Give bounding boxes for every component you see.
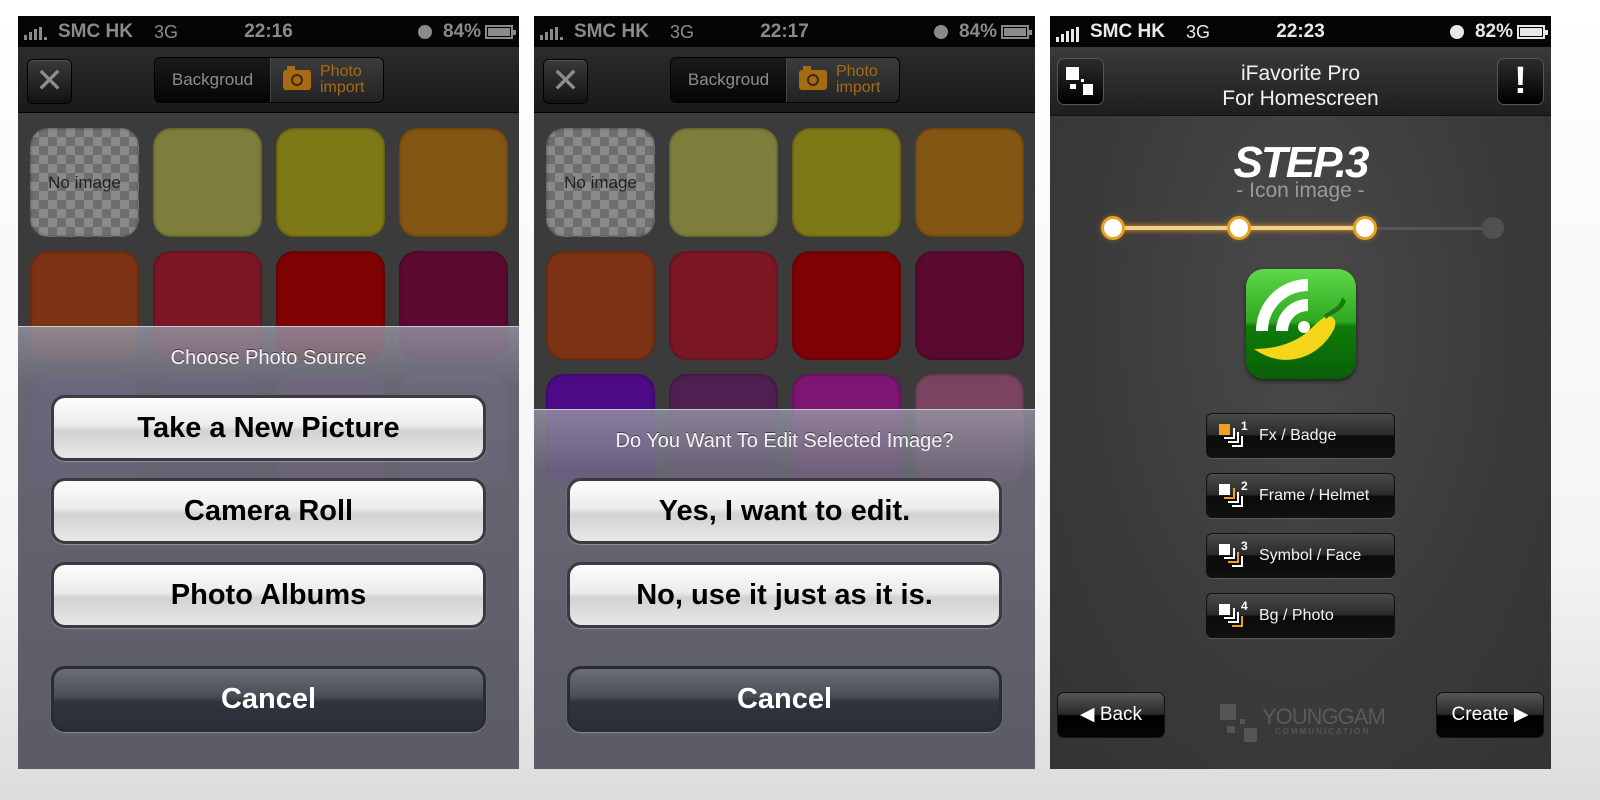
tab-photo-import-label: Photo import bbox=[320, 63, 365, 96]
color-tile[interactable] bbox=[546, 251, 655, 360]
action-sheet: Do You Want To Edit Selected Image? Yes,… bbox=[534, 409, 1035, 769]
battery-icon bbox=[1517, 25, 1548, 39]
page-title: iFavorite Pro For Homescreen bbox=[1222, 62, 1379, 110]
back-button[interactable]: ◀ Back bbox=[1057, 692, 1165, 738]
fx-badge-button[interactable]: 1 Fx / Badge bbox=[1206, 413, 1395, 458]
color-tile[interactable] bbox=[915, 128, 1024, 237]
step-progress bbox=[1104, 216, 1504, 240]
tab-photo-import-label: Photo import bbox=[836, 63, 881, 96]
take-new-picture-button[interactable]: Take a New Picture bbox=[51, 395, 486, 461]
photo-albums-button[interactable]: Photo Albums bbox=[51, 562, 486, 628]
bg-photo-button[interactable]: 4 Bg / Photo bbox=[1206, 593, 1395, 638]
layers-icon: 2 bbox=[1219, 479, 1249, 508]
layers-icon: 1 bbox=[1219, 419, 1249, 448]
menu-label: Frame / Helmet bbox=[1259, 486, 1370, 504]
cancel-button[interactable]: Cancel bbox=[51, 666, 486, 732]
tab-photo-import[interactable]: Photo import bbox=[787, 58, 899, 102]
color-tile[interactable] bbox=[915, 251, 1024, 360]
progress-step-dot bbox=[1230, 219, 1248, 237]
color-tile[interactable] bbox=[669, 128, 778, 237]
yes-edit-button[interactable]: Yes, I want to edit. bbox=[567, 478, 1002, 544]
nav-bar: ✕ Backgroud Photo import bbox=[534, 47, 1035, 113]
phone-screen-photo-source: SMC HK 3G 22:16 84% ✕ Backgroud Photo imp… bbox=[18, 16, 519, 769]
camera-icon bbox=[799, 66, 827, 90]
camera-roll-button[interactable]: Camera Roll bbox=[51, 478, 486, 544]
camera-icon bbox=[283, 66, 311, 90]
segmented-control: Backgroud Photo import bbox=[670, 57, 900, 103]
color-tile[interactable] bbox=[792, 251, 901, 360]
color-tile[interactable] bbox=[792, 128, 901, 237]
status-bar: SMC HK 3G 22:17 84% bbox=[534, 16, 1035, 47]
exclamation-icon: ! bbox=[1514, 60, 1527, 102]
battery-icon bbox=[485, 25, 516, 39]
action-sheet-title: Do You Want To Edit Selected Image? bbox=[615, 430, 954, 452]
action-sheet-title: Choose Photo Source bbox=[170, 347, 367, 369]
brand-logo: YOUNGGAM COMMUNICATION bbox=[1220, 704, 1390, 742]
alarm-clock-icon bbox=[1450, 25, 1464, 39]
close-icon: ✕ bbox=[35, 62, 64, 100]
menu-label: Symbol / Face bbox=[1259, 546, 1362, 564]
create-button[interactable]: Create ▶ bbox=[1436, 692, 1544, 738]
nav-bar: ✕ Backgroud Photo import bbox=[18, 47, 519, 113]
app-icon-preview bbox=[1246, 269, 1356, 379]
status-bar: SMC HK 3G 22:23 82% bbox=[1050, 16, 1551, 47]
close-icon: ✕ bbox=[551, 62, 580, 100]
layers-icon: 4 bbox=[1219, 599, 1249, 628]
menu-label: Fx / Badge bbox=[1259, 426, 1337, 444]
battery-percent: 84% bbox=[958, 21, 997, 42]
menu-label: Bg / Photo bbox=[1259, 606, 1334, 624]
color-tile[interactable] bbox=[276, 128, 385, 237]
alarm-clock-icon bbox=[418, 25, 432, 39]
battery-percent: 82% bbox=[1474, 21, 1513, 42]
step-subtitle: - Icon image - bbox=[1236, 179, 1365, 202]
tab-photo-import[interactable]: Photo import bbox=[271, 58, 383, 102]
nav-bar: iFavorite Pro For Homescreen ! bbox=[1050, 47, 1551, 116]
action-sheet: Choose Photo Source Take a New Picture C… bbox=[18, 326, 519, 769]
phone-screen-edit-confirm: SMC HK 3G 22:17 84% ✕ Backgroud Photo imp… bbox=[534, 16, 1035, 769]
symbol-face-button[interactable]: 3 Symbol / Face bbox=[1206, 533, 1395, 578]
color-tile[interactable] bbox=[399, 128, 508, 237]
tab-background[interactable]: Backgroud bbox=[155, 58, 271, 102]
progress-step-dot bbox=[1482, 217, 1504, 239]
cancel-button[interactable]: Cancel bbox=[567, 666, 1002, 732]
battery-percent: 84% bbox=[442, 21, 481, 42]
status-bar: SMC HK 3G 22:16 84% bbox=[18, 16, 519, 47]
battery-icon bbox=[1001, 25, 1032, 39]
wifi-chili-icon bbox=[1254, 279, 1346, 360]
close-button[interactable]: ✕ bbox=[543, 59, 588, 104]
alarm-clock-icon bbox=[934, 25, 948, 39]
phone-screen-step3: SMC HK 3G 22:23 82% iFavorite Pro For Hom… bbox=[1050, 16, 1551, 769]
info-button[interactable]: ! bbox=[1497, 58, 1544, 105]
layers-icon: 3 bbox=[1219, 539, 1249, 568]
close-button[interactable]: ✕ bbox=[27, 59, 72, 104]
color-tile-no-image[interactable]: No image bbox=[30, 128, 139, 237]
brand-subtitle: COMMUNICATION bbox=[1275, 727, 1371, 736]
tab-background[interactable]: Backgroud bbox=[671, 58, 787, 102]
segmented-control: Backgroud Photo import bbox=[154, 57, 384, 103]
progress-step-dot bbox=[1356, 219, 1374, 237]
no-use-as-is-button[interactable]: No, use it just as it is. bbox=[567, 562, 1002, 628]
progress-step-dot bbox=[1104, 219, 1122, 237]
color-tile[interactable] bbox=[669, 251, 778, 360]
color-tile-no-image[interactable]: No image bbox=[546, 128, 655, 237]
color-tile[interactable] bbox=[153, 128, 262, 237]
frame-helmet-button[interactable]: 2 Frame / Helmet bbox=[1206, 473, 1395, 518]
